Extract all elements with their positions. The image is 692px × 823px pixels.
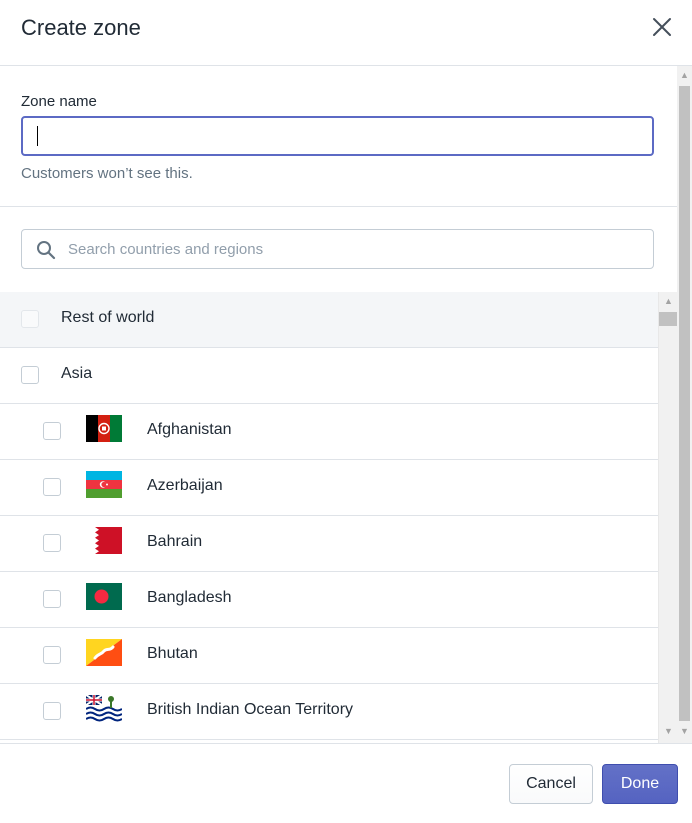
country-name: Bangladesh <box>147 589 232 606</box>
bahrain-flag-icon <box>86 527 122 554</box>
list-item-country[interactable]: Bahrain <box>0 516 658 572</box>
rest-of-world-checkbox[interactable] <box>21 310 39 328</box>
afghanistan-flag-icon <box>86 415 122 442</box>
rest-of-world-label: Rest of world <box>61 309 155 326</box>
list-item-country[interactable]: British Indian Ocean Territory <box>0 684 658 740</box>
zone-name-input[interactable] <box>21 116 654 156</box>
search-field[interactable] <box>21 229 654 269</box>
scroll-down-icon[interactable]: ▼ <box>663 726 674 737</box>
bhutan-flag-icon <box>86 639 122 666</box>
country-checkbox[interactable] <box>43 422 61 440</box>
zone-name-label: Zone name <box>21 93 97 110</box>
country-list: Rest of world Asia Afghanistan Azerbaija… <box>0 292 677 743</box>
country-list-scroll-thumb[interactable] <box>659 312 677 326</box>
country-name: Bhutan <box>147 645 198 662</box>
dialog-scroll-up-icon[interactable]: ▲ <box>679 70 690 81</box>
british-indian-ocean-territory-flag-icon <box>86 695 122 722</box>
country-name: Bahrain <box>147 533 203 550</box>
list-item-rest-of-world[interactable]: Rest of world <box>0 292 658 348</box>
country-checkbox[interactable] <box>43 534 61 552</box>
bangladesh-flag-icon <box>86 583 122 610</box>
dialog-scroll-down-icon[interactable]: ▼ <box>679 726 690 737</box>
list-item-country[interactable]: Afghanistan <box>0 404 658 460</box>
search-input[interactable] <box>68 230 648 268</box>
country-name: British Indian Ocean Territory <box>147 701 354 718</box>
country-checkbox[interactable] <box>43 646 61 664</box>
scroll-up-icon[interactable]: ▲ <box>663 296 674 307</box>
asia-label: Asia <box>61 365 93 382</box>
azerbaijan-flag-icon <box>86 471 122 498</box>
dialog-footer: Cancel Done <box>0 743 692 823</box>
close-icon[interactable] <box>650 15 674 39</box>
dialog-scrollbar[interactable]: ▲ ▼ <box>677 66 692 743</box>
cancel-button[interactable]: Cancel <box>509 764 593 804</box>
country-name: Azerbaijan <box>147 477 223 494</box>
country-name: Afghanistan <box>147 421 232 438</box>
country-checkbox[interactable] <box>43 702 61 720</box>
text-cursor <box>37 126 38 146</box>
country-checkbox[interactable] <box>43 590 61 608</box>
zone-name-section: Zone name Customers won’t see this. <box>0 66 677 207</box>
dialog-scroll-thumb[interactable] <box>679 86 690 721</box>
country-checkbox[interactable] <box>43 478 61 496</box>
list-item-country[interactable]: Azerbaijan <box>0 460 658 516</box>
dialog-title: Create zone <box>21 15 141 40</box>
asia-checkbox[interactable] <box>21 366 39 384</box>
dialog-header: Create zone <box>0 0 692 66</box>
dialog-body: Zone name Customers won’t see this. Rest… <box>0 66 692 743</box>
list-item-country[interactable]: Bhutan <box>0 628 658 684</box>
done-button[interactable]: Done <box>602 764 678 804</box>
list-item-country[interactable]: Bangladesh <box>0 572 658 628</box>
country-list-items: Rest of world Asia Afghanistan Azerbaija… <box>0 292 658 740</box>
zone-name-help-text: Customers won’t see this. <box>21 165 193 182</box>
list-item-asia[interactable]: Asia <box>0 348 658 404</box>
search-icon <box>37 241 56 260</box>
country-list-scrollbar[interactable]: ▲ ▼ <box>658 292 677 743</box>
